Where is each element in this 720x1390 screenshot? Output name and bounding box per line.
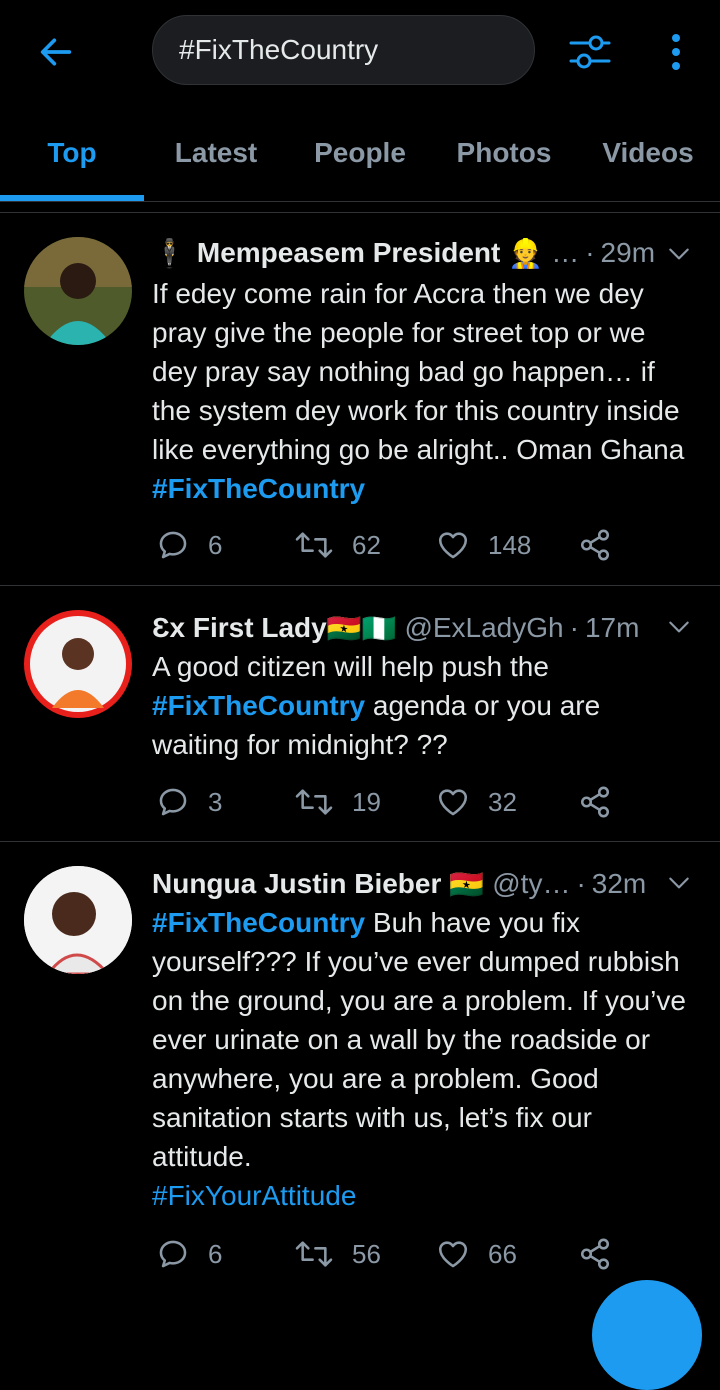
tweet[interactable]: Ɛx First Lady 🇬🇭🇳🇬 @ExLadyGh · 17m A goo… [0, 586, 720, 842]
share-icon [580, 786, 610, 818]
like-button[interactable]: 148 [436, 523, 531, 567]
separator-dot: · [569, 612, 579, 643]
retweet-count: 19 [352, 786, 381, 817]
avatar[interactable] [24, 610, 132, 718]
search-tabs: Top Latest People Photos Videos [0, 105, 720, 202]
reply-count: 3 [208, 786, 223, 817]
tweet-actions: 6 62 148 [152, 523, 672, 567]
flag-emoji: 🇬🇭 [449, 868, 485, 900]
search-input[interactable]: #FixTheCountry [152, 15, 535, 85]
retweet-icon [295, 532, 333, 558]
back-button[interactable] [32, 28, 80, 76]
retweet-button[interactable]: 62 [294, 523, 381, 567]
tweet-text: If edey come rain for Accra then we dey … [152, 274, 692, 508]
tweet-text-content: A good citizen will help push the [152, 651, 549, 682]
share-button[interactable] [578, 523, 630, 567]
like-count: 66 [488, 1238, 517, 1269]
tweet-header: 🕴 Mempeasem President 👷 … · 29m [152, 233, 690, 273]
heart-icon [438, 789, 468, 816]
name-emoji: 👷 [508, 237, 544, 269]
tweet-header: Ɛx First Lady 🇬🇭🇳🇬 @ExLadyGh · 17m [152, 608, 690, 648]
timestamp[interactable]: 32m [592, 868, 646, 900]
retweet-icon [295, 789, 333, 815]
like-count: 148 [488, 529, 532, 560]
tweet-text: #FixTheCountry Buh have you fix yourself… [152, 903, 692, 1215]
tab-photos[interactable]: Photos [432, 105, 576, 201]
heart-icon [438, 532, 468, 559]
retweet-count: 62 [352, 529, 381, 560]
hashtag-link[interactable]: #FixYourAttitude [152, 1180, 356, 1211]
hashtag-link[interactable]: #FixTheCountry [152, 690, 365, 721]
tweet-text: A good citizen will help push the #FixTh… [152, 647, 692, 764]
more-vertical-icon [672, 34, 680, 70]
retweet-button[interactable]: 19 [294, 780, 381, 824]
chevron-down-icon[interactable] [666, 241, 692, 267]
tab-top[interactable]: Top [0, 105, 144, 201]
search-filter-button[interactable] [562, 24, 618, 80]
tweet-text-content: If edey come rain for Accra then we dey … [152, 278, 685, 465]
more-options-button[interactable] [656, 24, 696, 80]
timestamp[interactable]: 29m [601, 237, 655, 269]
like-count: 32 [488, 786, 517, 817]
retweet-button[interactable]: 56 [294, 1232, 381, 1276]
tweet-actions: 6 56 66 [152, 1232, 672, 1276]
heart-icon [438, 1241, 468, 1268]
reply-icon [159, 788, 187, 816]
tweet-header: Nungua Justin Bieber 🇬🇭 @ty… · 32m [152, 864, 690, 904]
avatar[interactable] [24, 866, 132, 974]
tab-videos[interactable]: Videos [576, 105, 720, 201]
like-button[interactable]: 66 [436, 1232, 517, 1276]
timestamp[interactable]: 17m [585, 612, 639, 644]
reply-button[interactable]: 3 [156, 780, 222, 824]
separator-dot: · [576, 868, 586, 899]
reply-count: 6 [208, 1238, 223, 1269]
tweet-text-content: Buh have you fix yourself??? If you’ve e… [152, 907, 686, 1172]
sliders-icon [569, 35, 611, 69]
tab-people[interactable]: People [288, 105, 432, 201]
author-name[interactable]: Ɛx First Lady [152, 612, 327, 644]
separator-dot: · [585, 237, 595, 268]
reply-icon [159, 1240, 187, 1268]
reply-icon [159, 531, 187, 559]
hashtag-link[interactable]: #FixTheCountry [152, 907, 365, 938]
share-button[interactable] [578, 1232, 630, 1276]
section-divider [0, 202, 720, 213]
author-handle[interactable]: … [551, 237, 579, 269]
avatar[interactable] [24, 237, 132, 345]
reply-button[interactable]: 6 [156, 1232, 222, 1276]
reply-count: 6 [208, 529, 223, 560]
author-handle[interactable]: @ExLadyGh [404, 612, 563, 644]
flag-emojis: 🇬🇭🇳🇬 [326, 612, 397, 644]
like-button[interactable]: 32 [436, 780, 517, 824]
retweet-count: 56 [352, 1238, 381, 1269]
author-name[interactable]: Mempeasem President [197, 237, 500, 269]
reply-button[interactable]: 6 [156, 523, 222, 567]
chevron-down-icon[interactable] [666, 870, 692, 896]
share-button[interactable] [578, 780, 630, 824]
arrow-left-icon [40, 38, 72, 66]
retweet-icon [295, 1241, 333, 1267]
tweet[interactable]: 🕴 Mempeasem President 👷 … · 29m If edey … [0, 213, 720, 586]
author-name[interactable]: Nungua Justin Bieber [152, 868, 441, 900]
author-handle[interactable]: @ty… [492, 868, 570, 900]
tweet[interactable]: Nungua Justin Bieber 🇬🇭 @ty… · 32m #FixT… [0, 842, 720, 1295]
top-app-bar: #FixTheCountry [0, 0, 720, 105]
hashtag-link[interactable]: #FixTheCountry [152, 473, 365, 504]
compose-tweet-button[interactable] [592, 1280, 702, 1390]
share-icon [580, 529, 610, 561]
tab-latest[interactable]: Latest [144, 105, 288, 201]
search-query: #FixTheCountry [179, 34, 379, 65]
chevron-down-icon[interactable] [666, 614, 692, 640]
name-emoji: 🕴 [152, 237, 187, 269]
share-icon [580, 1238, 610, 1270]
tweet-actions: 3 19 32 [152, 780, 672, 824]
active-tab-indicator [0, 195, 144, 201]
